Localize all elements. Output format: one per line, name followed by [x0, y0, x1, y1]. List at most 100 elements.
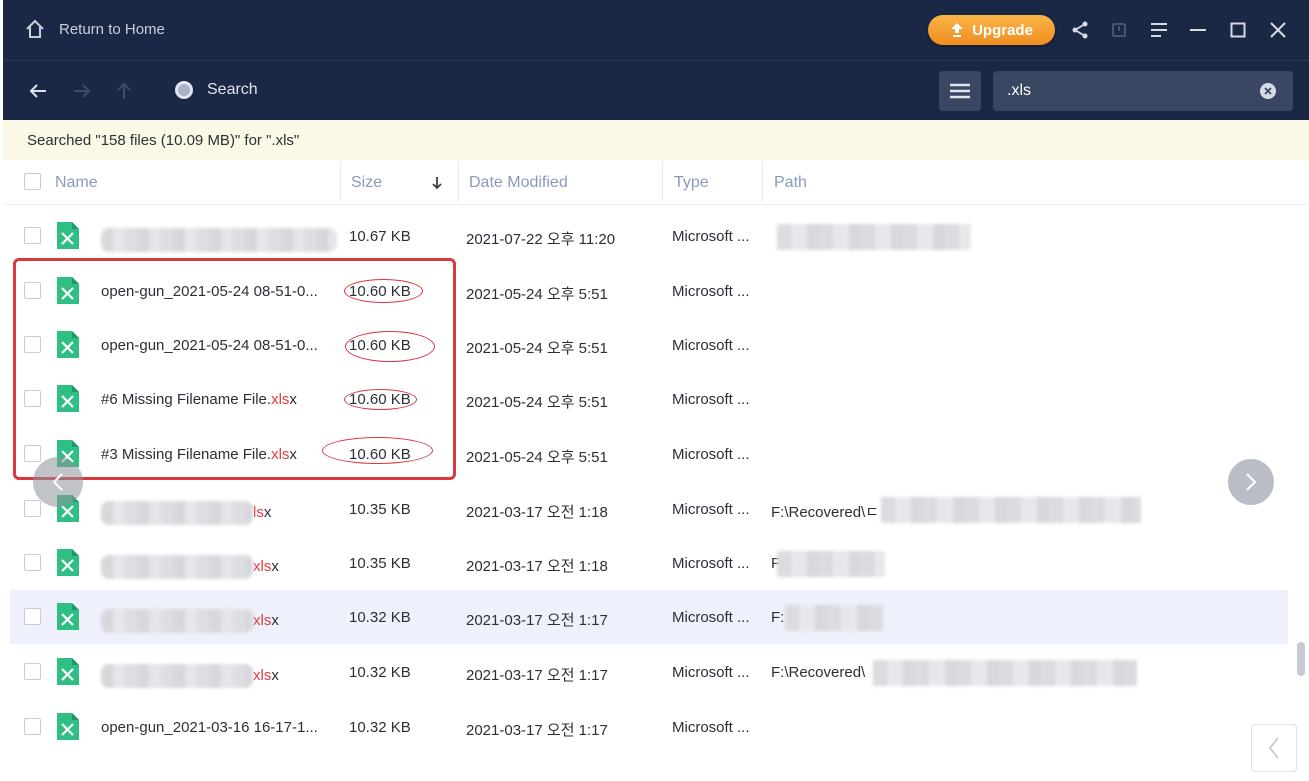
excel-file-icon [57, 549, 79, 576]
list-view-icon [950, 83, 970, 99]
file-date: 2021-05-24 오후 5:51 [466, 449, 608, 466]
clear-search-button[interactable] [1260, 83, 1276, 99]
arrow-right-icon [74, 84, 91, 98]
maximize-button[interactable] [1226, 18, 1250, 42]
column-date-modified[interactable]: Date Modified [469, 174, 568, 192]
menu-lines-icon [1151, 23, 1167, 37]
select-all-checkbox[interactable] [24, 173, 41, 190]
chevron-left-icon [1268, 737, 1279, 759]
minimize-icon [1190, 29, 1206, 31]
column-divider[interactable] [662, 162, 663, 202]
column-name[interactable]: Name [55, 174, 98, 192]
share-icon [1072, 21, 1088, 39]
excel-file-icon [57, 603, 79, 630]
feedback-button[interactable] [1107, 18, 1131, 42]
column-path[interactable]: Path [774, 174, 807, 192]
redacted-name [101, 664, 253, 688]
table-row[interactable]: xlsx 10.32 KB 2021-03-17 오전 1:17 Microsoft … [10, 590, 1288, 644]
file-date: 2021-07-22 오후 11:20 [466, 231, 616, 248]
file-name: xlsx [101, 664, 279, 688]
table-row[interactable]: 10.67 KB 2021-07-22 오후 11:20 Microsoft ... [10, 209, 1288, 263]
redacted-path [873, 660, 1137, 686]
file-path: F:\Recovered\ㄷ [771, 504, 880, 521]
table-row[interactable]: open-gun_2021-03-16 16-17-1... 10.32 KB 20… [10, 700, 1288, 754]
column-divider[interactable] [762, 162, 763, 202]
file-type: Microsoft ... [672, 391, 750, 408]
forward-button[interactable] [70, 79, 94, 103]
status-text: Searched "158 files (10.09 MB)" for ".xl… [27, 132, 300, 149]
file-date: 2021-03-17 오전 1:17 [466, 722, 608, 739]
table-row[interactable]: xlsx 10.32 KB 2021-03-17 오전 1:17 Microsoft … [10, 645, 1288, 699]
column-divider[interactable] [340, 162, 341, 202]
highlight-ellipse [322, 437, 433, 464]
chevron-left-icon [52, 473, 63, 491]
file-date: 2021-03-17 오전 1:17 [466, 612, 608, 629]
row-checkbox[interactable] [24, 663, 41, 680]
file-path: F: [771, 609, 785, 626]
return-home-label: Return to Home [59, 20, 165, 38]
next-page-button[interactable] [1226, 457, 1276, 507]
up-button[interactable] [112, 79, 136, 103]
file-name: xlsx [101, 609, 279, 633]
file-name [101, 228, 337, 252]
excel-file-icon [57, 658, 79, 685]
chevron-right-icon [1246, 473, 1257, 491]
share-button[interactable] [1068, 18, 1092, 42]
title-bar: Return to Home Upgrade [3, 0, 1309, 60]
upgrade-icon [951, 23, 964, 37]
column-size[interactable]: Size [351, 174, 382, 192]
file-type: Microsoft ... [672, 664, 750, 681]
file-type: Microsoft ... [672, 719, 750, 736]
search-result-status: Searched "158 files (10.09 MB)" for ".xl… [3, 120, 1309, 160]
arrow-up-icon [117, 82, 131, 99]
file-path: F:\Recovered\ [771, 664, 866, 681]
column-divider[interactable] [458, 162, 459, 202]
redacted-path [777, 224, 971, 250]
table-row[interactable]: xlsx 10.35 KB 2021-03-17 오전 1:18 Microsoft … [10, 536, 1288, 590]
redacted-path [777, 551, 885, 577]
row-checkbox[interactable] [24, 608, 41, 625]
file-size: 10.32 KB [349, 609, 411, 626]
file-date: 2021-03-17 오전 1:17 [466, 667, 608, 684]
table-row[interactable]: lsx 10.35 KB 2021-03-17 오전 1:18 Microsoft .… [10, 482, 1288, 536]
row-checkbox[interactable] [24, 718, 41, 735]
file-size: 10.32 KB [349, 719, 411, 736]
file-date: 2021-05-24 오후 5:51 [466, 394, 608, 411]
minimize-button[interactable] [1186, 18, 1210, 42]
collapse-panel-button[interactable] [1251, 724, 1297, 772]
file-type: Microsoft ... [672, 446, 750, 463]
close-icon [1270, 22, 1286, 38]
redacted-name [101, 501, 253, 525]
row-checkbox[interactable] [24, 554, 41, 571]
file-name: open-gun_2021-03-16 16-17-1... [101, 719, 318, 736]
view-toggle-button[interactable] [939, 71, 981, 111]
file-size: 10.35 KB [349, 555, 411, 572]
prev-page-button[interactable] [33, 457, 83, 507]
file-type: Microsoft ... [672, 555, 750, 572]
file-type: Microsoft ... [672, 337, 750, 354]
column-type[interactable]: Type [674, 174, 709, 192]
row-checkbox[interactable] [24, 227, 41, 244]
search-mode-label[interactable]: Search [175, 81, 258, 99]
sort-down-icon[interactable] [431, 176, 443, 190]
return-home-button[interactable]: Return to Home [25, 19, 165, 39]
menu-button[interactable] [1147, 18, 1171, 42]
file-type: Microsoft ... [672, 283, 750, 300]
file-size: 10.67 KB [349, 228, 411, 245]
upgrade-button[interactable]: Upgrade [928, 15, 1055, 45]
file-date: 2021-03-17 오전 1:18 [466, 504, 608, 521]
file-type: Microsoft ... [672, 501, 750, 518]
file-size: 10.32 KB [349, 664, 411, 681]
redacted-name [101, 555, 253, 579]
close-button[interactable] [1266, 18, 1290, 42]
scrollbar-thumb[interactable] [1297, 642, 1305, 676]
back-button[interactable] [26, 79, 50, 103]
home-icon [26, 19, 44, 38]
arrow-left-icon [29, 84, 46, 98]
toolbar: Search [3, 60, 1309, 120]
file-date: 2021-05-24 오후 5:51 [466, 340, 608, 357]
row-checkbox[interactable] [24, 500, 41, 517]
file-type: Microsoft ... [672, 228, 750, 245]
redacted-name [101, 609, 253, 633]
search-input[interactable] [1007, 80, 1247, 102]
